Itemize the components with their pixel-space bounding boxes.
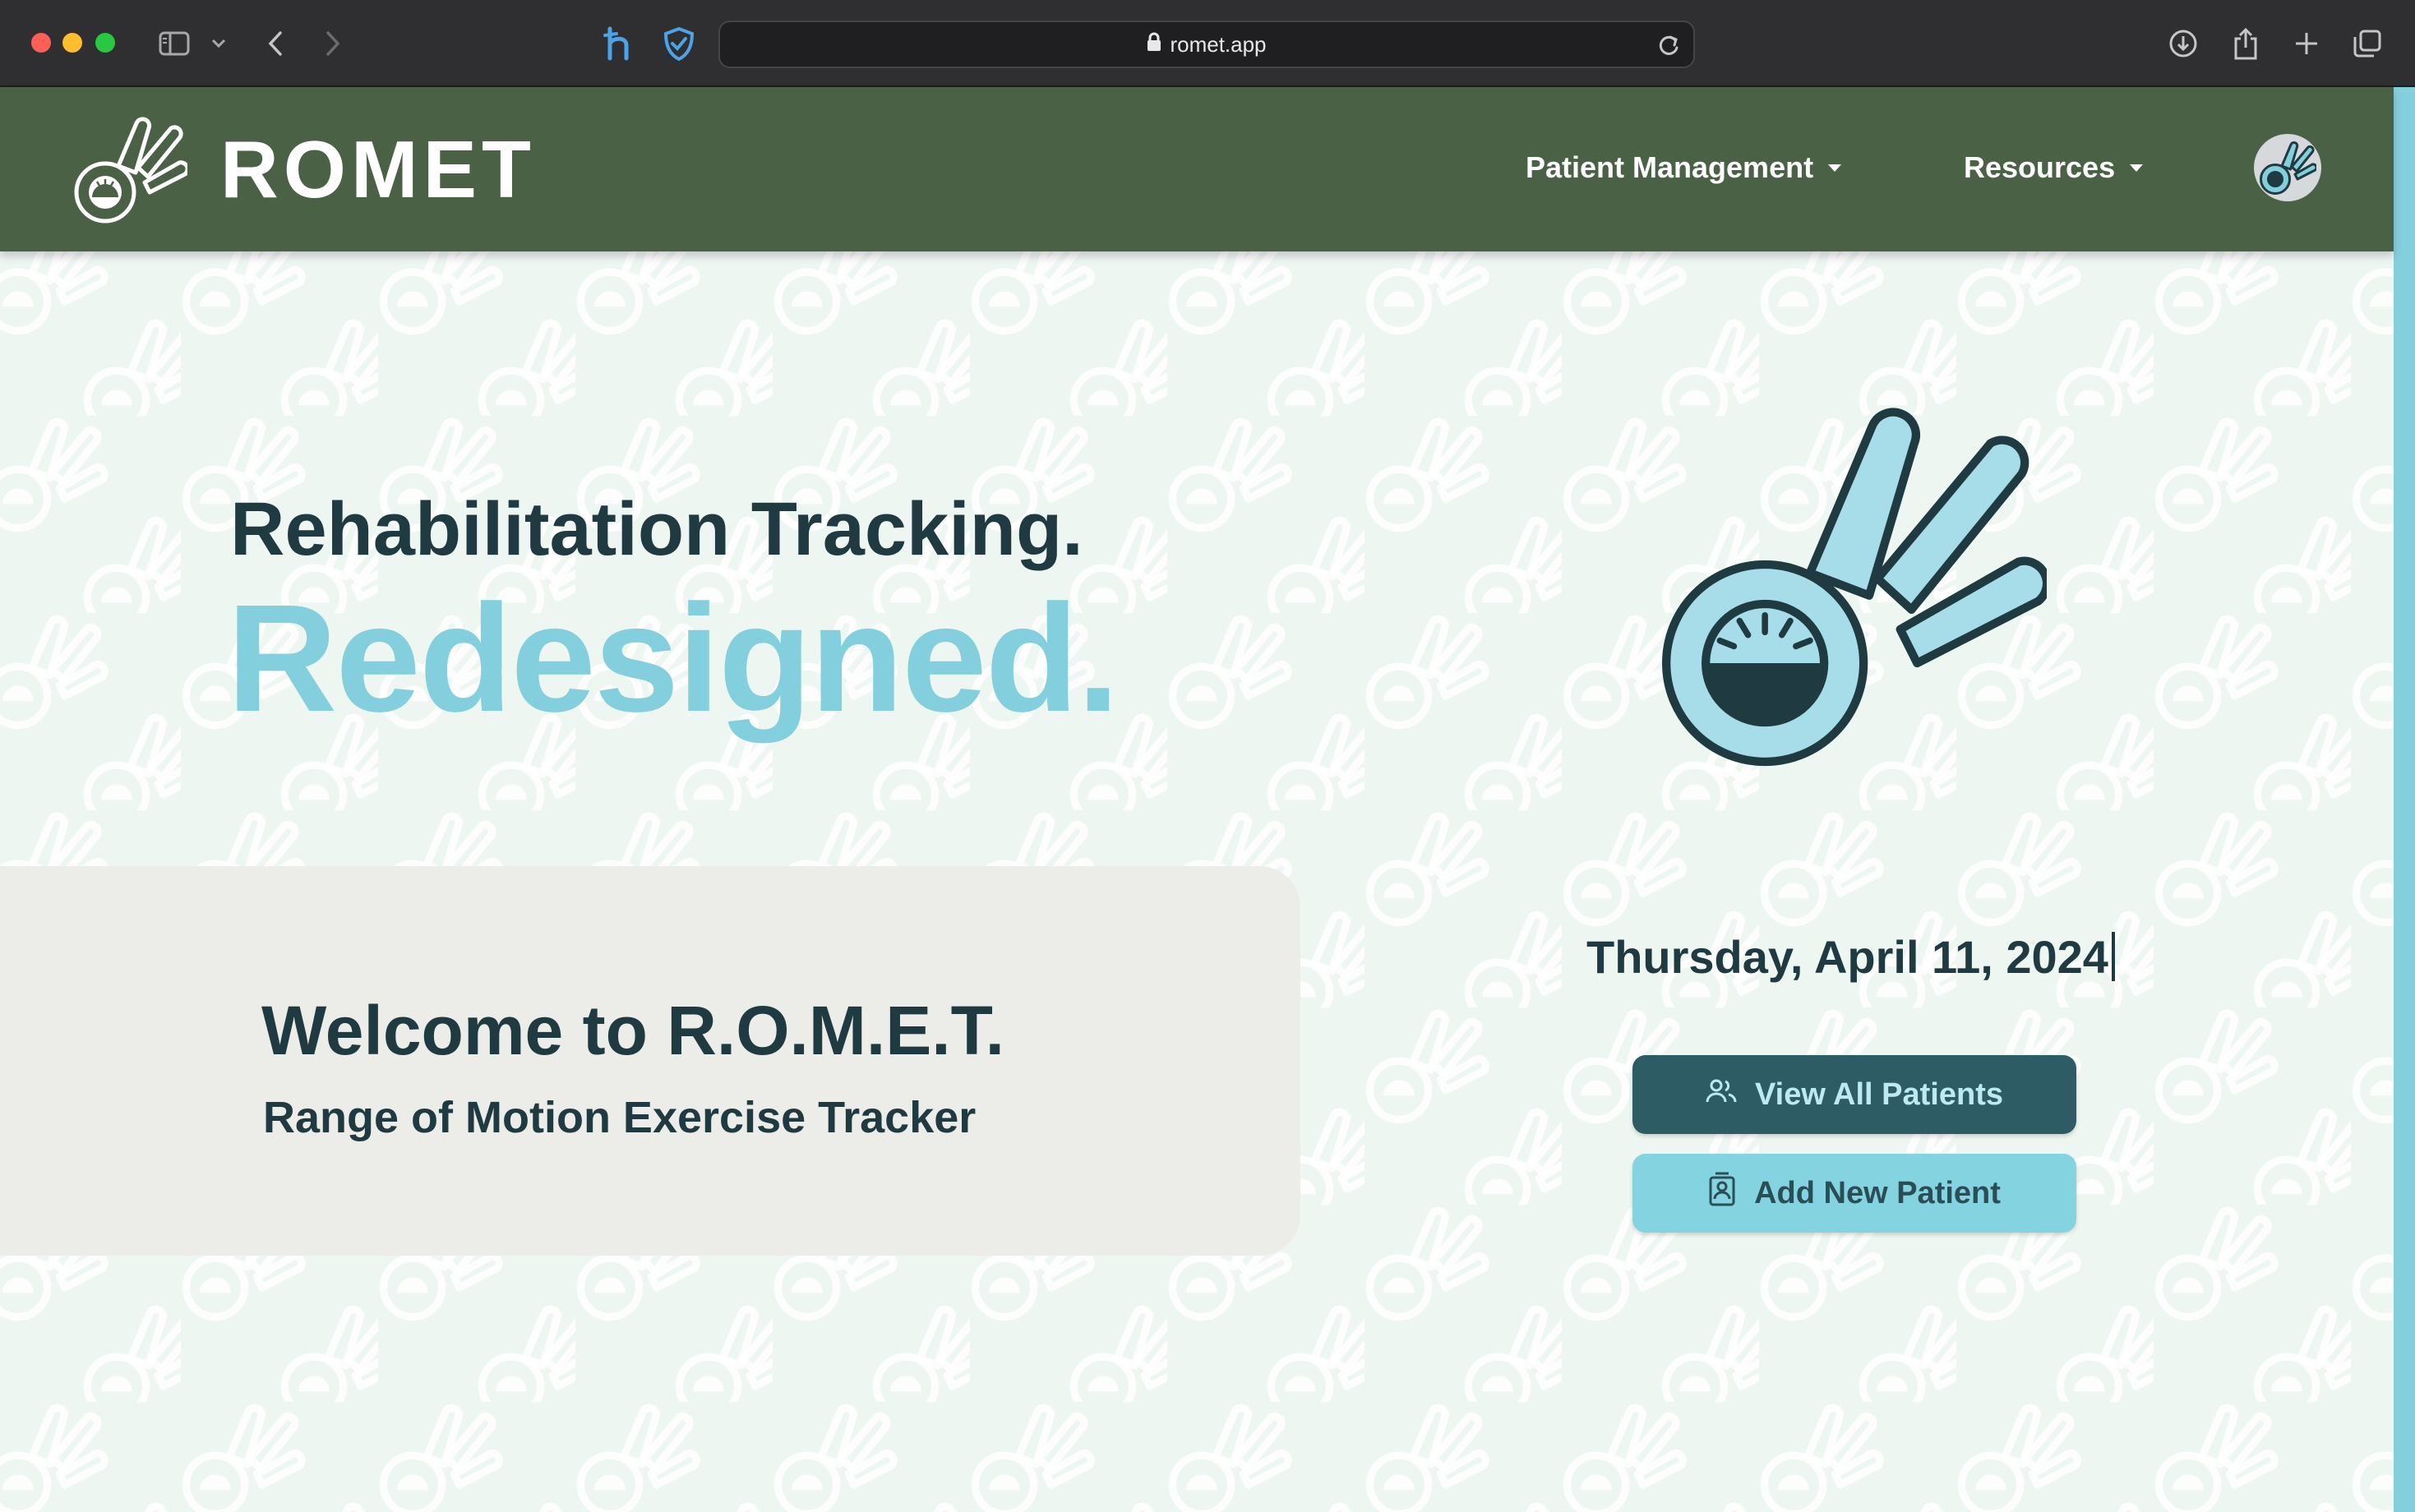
- zoom-window-button[interactable]: [95, 33, 115, 53]
- close-window-button[interactable]: [31, 33, 51, 53]
- users-icon: [1706, 1077, 1737, 1113]
- welcome-subtitle: Range of Motion Exercise Tracker: [263, 1093, 977, 1142]
- current-date: Thursday, April 11, 2024: [1586, 930, 2115, 984]
- new-tab-icon[interactable]: [2290, 25, 2323, 62]
- brand-name[interactable]: ROMET: [220, 128, 536, 210]
- romet-logo-icon[interactable]: [72, 113, 190, 229]
- scrollbar-track[interactable]: [2394, 87, 2415, 1512]
- shield-extension-icon[interactable]: [661, 25, 697, 62]
- add-new-patient-label: Add New Patient: [1754, 1175, 2001, 1210]
- tab-overview-icon[interactable]: [2351, 25, 2384, 62]
- nav-resources-label: Resources: [1964, 150, 2116, 184]
- site-navbar: ROMET Patient Management Resources: [0, 87, 2394, 251]
- reload-icon[interactable]: [1657, 33, 1680, 62]
- main-content: Rehabilitation Tracking. Redesigned. Wel…: [0, 251, 2394, 1512]
- browser-toolbar: romet.app: [0, 0, 2415, 87]
- nav-patient-management[interactable]: Patient Management: [1526, 150, 1842, 186]
- user-avatar[interactable]: [2254, 134, 2321, 201]
- hero-headline: Rehabilitation Tracking.: [230, 487, 1083, 571]
- dropdown-caret-icon: [1828, 164, 1842, 172]
- current-date-text: Thursday, April 11, 2024: [1586, 931, 2108, 983]
- address-bar[interactable]: romet.app: [718, 21, 1695, 68]
- chevron-down-icon[interactable]: [209, 25, 229, 62]
- hero-logo-icon: [1652, 391, 2052, 781]
- back-icon[interactable]: [263, 25, 288, 62]
- dropdown-caret-icon: [2130, 164, 2144, 172]
- share-icon[interactable]: [2229, 25, 2262, 62]
- nav-patient-management-label: Patient Management: [1526, 150, 1814, 184]
- welcome-title: Welcome to R.O.M.E.T.: [261, 992, 1004, 1069]
- text-cursor: [2111, 932, 2115, 981]
- view-all-patients-button[interactable]: View All Patients: [1632, 1055, 2076, 1134]
- url-text: romet.app: [1170, 31, 1267, 57]
- add-new-patient-button[interactable]: Add New Patient: [1632, 1154, 2076, 1233]
- sidebar-toggle-icon[interactable]: [156, 25, 192, 62]
- download-icon[interactable]: [2167, 25, 2200, 62]
- lock-icon: [1147, 32, 1161, 58]
- hero-subheadline: Redesigned.: [227, 574, 1120, 744]
- honey-extension-icon[interactable]: [600, 25, 636, 62]
- contact-card-icon: [1708, 1172, 1736, 1215]
- nav-resources[interactable]: Resources: [1964, 150, 2144, 186]
- forward-icon[interactable]: [321, 25, 345, 62]
- view-all-patients-label: View All Patients: [1755, 1076, 2003, 1112]
- minimize-window-button[interactable]: [62, 33, 82, 53]
